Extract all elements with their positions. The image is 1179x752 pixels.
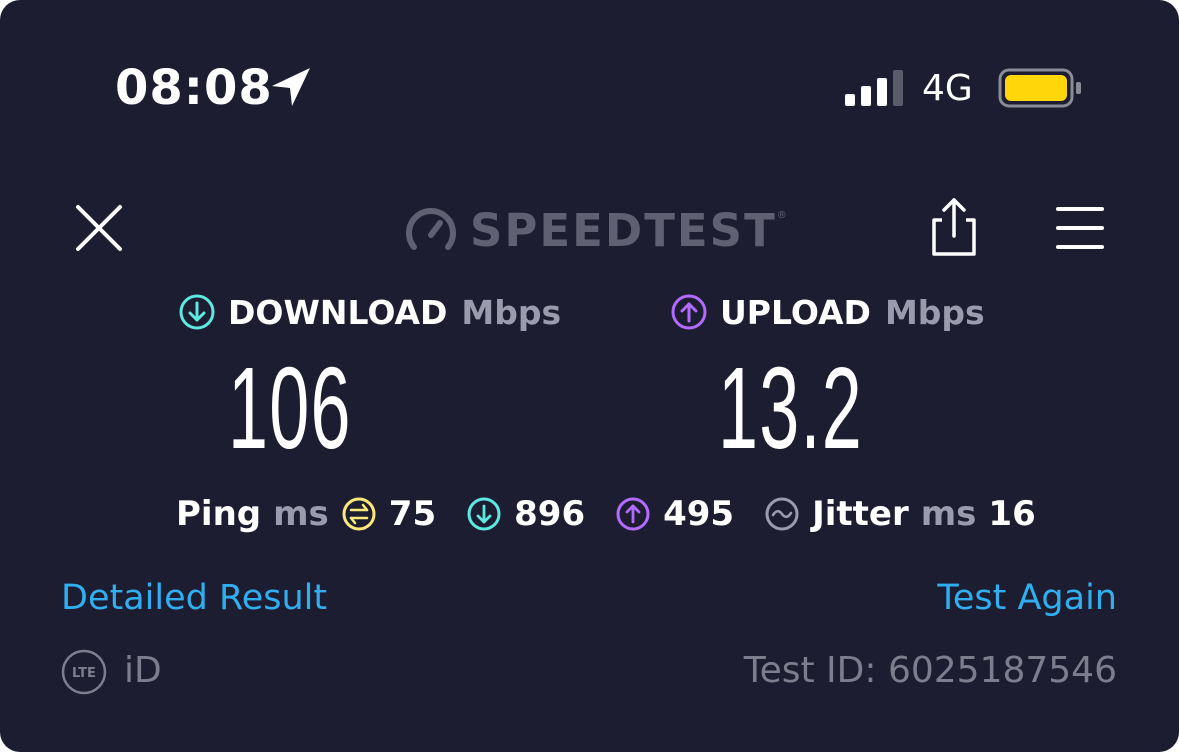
idle-latency-icon	[342, 497, 376, 531]
share-button[interactable]	[926, 196, 982, 260]
download-heading: DOWNLOAD Mbps	[178, 292, 561, 332]
download-label: DOWNLOAD	[228, 292, 448, 332]
ping-label: Ping	[176, 494, 262, 534]
download-unit: Mbps	[461, 292, 562, 332]
idle-ping-value: 75	[388, 494, 437, 534]
upload-ping-value: 495	[663, 494, 735, 534]
battery-icon	[998, 68, 1081, 108]
status-time: 08:08	[115, 60, 273, 116]
jitter-wave-icon	[765, 497, 799, 531]
upload-latency-icon	[616, 497, 650, 531]
logo-text: SPEEDTEST	[470, 203, 777, 257]
download-latency-icon	[467, 497, 501, 531]
upload-label: UPLOAD	[720, 292, 871, 332]
test-id: Test ID: 6025187546	[743, 650, 1117, 691]
jitter-value: 16	[988, 494, 1036, 534]
detailed-result-link[interactable]: Detailed Result	[61, 578, 327, 618]
menu-button[interactable]	[1055, 203, 1105, 253]
ping-jitter-row: Ping ms 75 896 495 Jitter ms 16	[176, 490, 1036, 538]
upload-arrow-icon	[671, 294, 707, 330]
jitter-label: Jitter	[812, 494, 909, 534]
speedometer-logo-icon	[406, 208, 456, 250]
speedtest-logo: SPEEDTEST ®	[404, 200, 787, 260]
speedtest-result-screen: 08:08 4G SPEEDTEST ® DOWNLOAD Mbps UPLOA…	[0, 0, 1179, 752]
upload-speed-value: 13.2	[718, 343, 863, 473]
location-arrow-icon	[272, 68, 310, 106]
download-arrow-icon	[179, 294, 215, 330]
upload-heading: UPLOAD Mbps	[670, 292, 985, 332]
lte-badge-text: LTE	[72, 666, 96, 681]
close-button[interactable]	[72, 201, 126, 255]
upload-unit: Mbps	[884, 292, 985, 332]
signal-bars-icon	[845, 70, 903, 106]
provider-name: iD	[124, 650, 162, 691]
ping-unit: ms	[273, 494, 329, 534]
jitter-unit: ms	[920, 494, 977, 534]
test-again-link[interactable]: Test Again	[937, 578, 1117, 618]
download-ping-value: 896	[514, 494, 586, 534]
logo-trademark: ®	[776, 210, 787, 221]
lte-badge-icon: LTE	[61, 649, 107, 695]
download-speed-value: 106	[228, 343, 352, 473]
network-type: 4G	[922, 68, 973, 109]
